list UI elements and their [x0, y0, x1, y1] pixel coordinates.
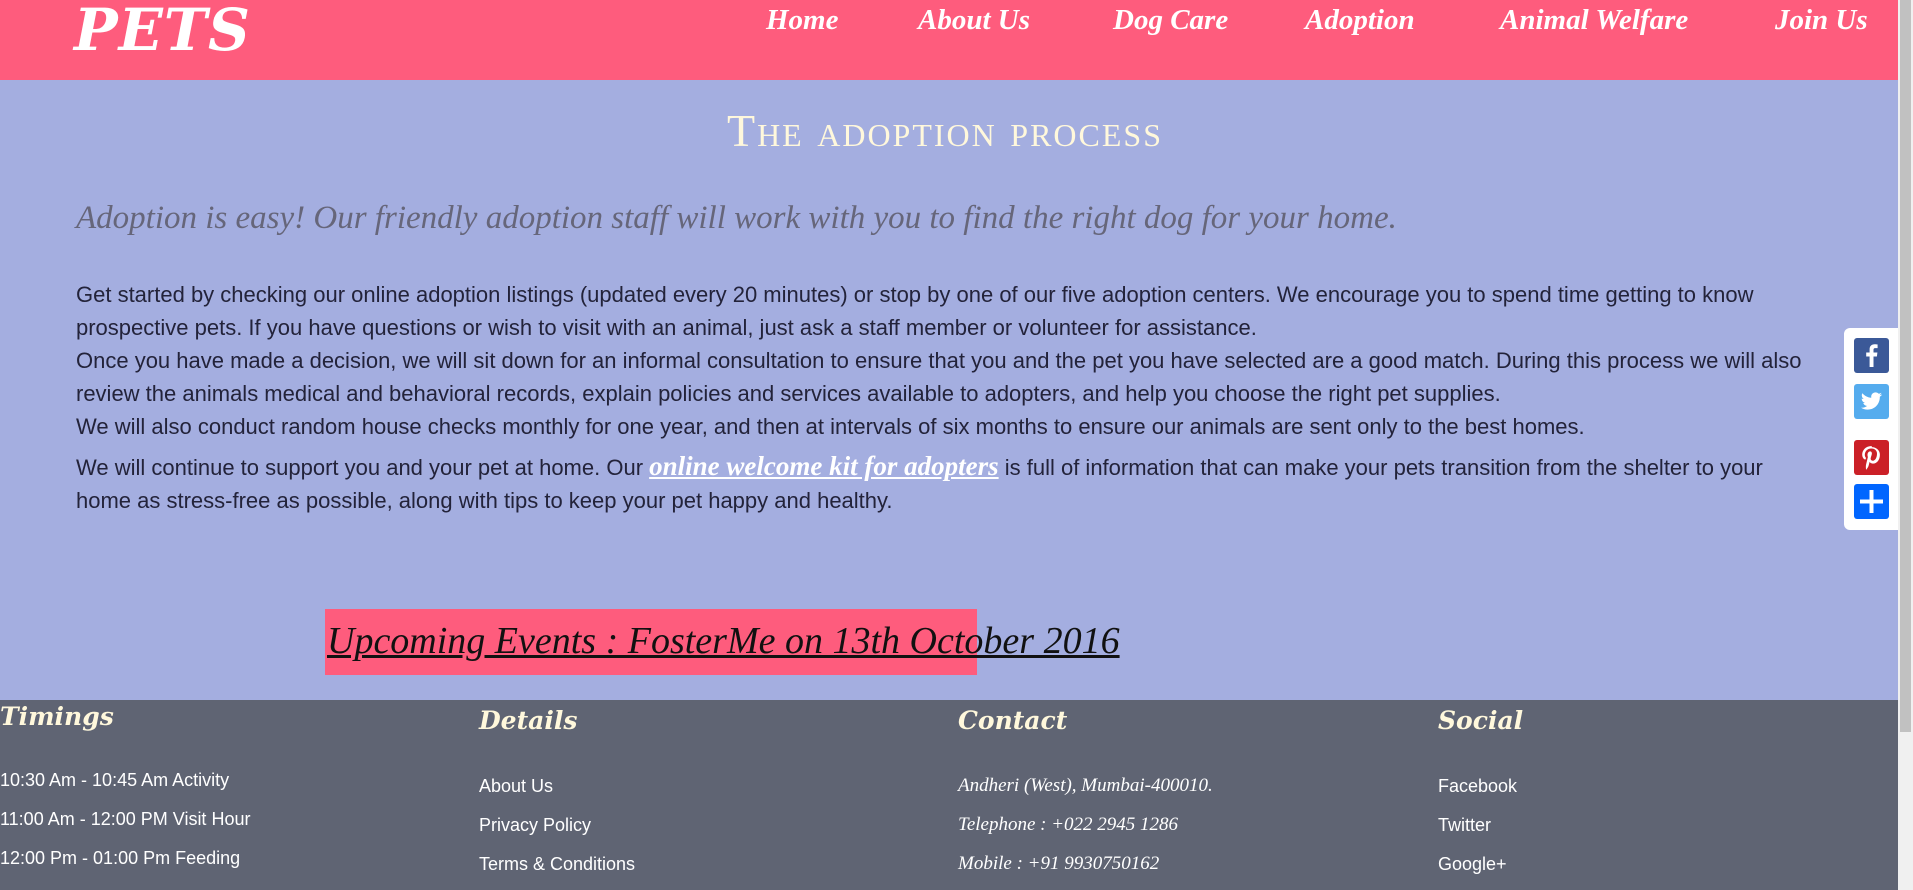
nav-home[interactable]: Home: [766, 4, 839, 37]
footer-twitter-link[interactable]: Twitter: [1438, 815, 1491, 836]
upcoming-events-link[interactable]: Upcoming Events : FosterMe on 13th Octob…: [327, 620, 1120, 662]
footer-terms-link[interactable]: Terms & Conditions: [479, 854, 635, 875]
pinterest-icon[interactable]: [1854, 440, 1889, 475]
footer: Timings 10:30 Am - 10:45 Am Activity 11:…: [0, 700, 1898, 890]
nav-dog-care[interactable]: Dog Care: [1113, 4, 1228, 37]
site-logo[interactable]: PETS: [74, 0, 251, 64]
adoption-steps-paragraph: Get started by checking our online adopt…: [76, 278, 1816, 443]
timings-heading: Timings: [0, 702, 114, 731]
share-widget: [1844, 328, 1898, 530]
timing-item: 10:30 Am - 10:45 Am Activity: [0, 770, 230, 790]
nav-animal-welfare[interactable]: Animal Welfare: [1500, 4, 1688, 37]
nav-join-us[interactable]: Join Us: [1775, 4, 1868, 37]
social-heading: Social: [1438, 706, 1524, 735]
listing-text: Get started by checking our online adopt…: [76, 282, 1754, 340]
contact-heading: Contact: [958, 706, 1068, 735]
contact-mobile: Mobile : +91 9930750162: [958, 853, 1160, 874]
support-text-before: We will continue to support you and your…: [76, 455, 650, 480]
scrollbar-thumb[interactable]: [1900, 0, 1911, 732]
facebook-icon[interactable]: [1854, 338, 1889, 373]
upcoming-events-banner: Upcoming Events : FosterMe on 13th Octob…: [325, 609, 1120, 675]
timing-item: 12:00 Pm - 01:00 Pm Feeding: [0, 848, 241, 868]
share-plus-icon[interactable]: [1854, 484, 1889, 519]
twitter-icon[interactable]: [1854, 384, 1889, 419]
footer-google-plus-link[interactable]: Google+: [1438, 854, 1507, 875]
page-title: The adoption process: [726, 105, 1164, 156]
lead-text: Adoption is easy! Our friendly adoption …: [76, 200, 1397, 236]
footer-about-us-link[interactable]: About Us: [479, 776, 553, 797]
welcome-kit-link[interactable]: online welcome kit for adopters: [649, 451, 998, 481]
support-paragraph: We will continue to support you and your…: [76, 450, 1816, 517]
header-bar: PETS Home About Us Dog Care Adoption Ani…: [0, 0, 1898, 80]
details-heading: Details: [479, 706, 578, 735]
footer-privacy-policy-link[interactable]: Privacy Policy: [479, 815, 591, 836]
nav-about-us[interactable]: About Us: [918, 4, 1030, 37]
contact-address: Andheri (West), Mumbai-400010.: [958, 775, 1213, 796]
house-check-text: We will also conduct random house checks…: [76, 414, 1585, 439]
footer-facebook-link[interactable]: Facebook: [1438, 776, 1517, 797]
timing-item: 11:00 Am - 12:00 PM Visit Hour: [0, 809, 251, 829]
nav-adoption[interactable]: Adoption: [1305, 4, 1415, 37]
consultation-text: Once you have made a decision, we will s…: [76, 348, 1802, 406]
contact-telephone: Telephone : +022 2945 1286: [958, 814, 1179, 835]
